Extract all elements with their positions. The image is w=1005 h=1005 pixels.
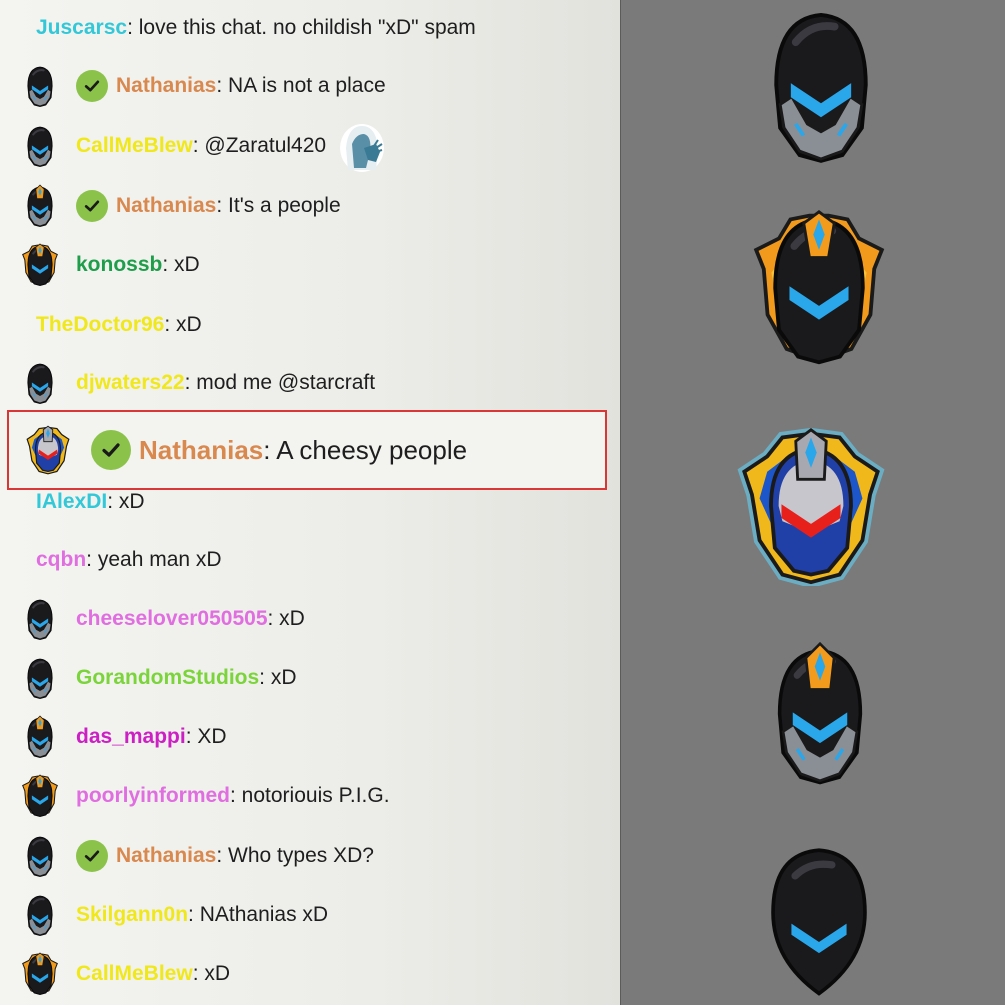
chat-message-text: : It's a people [216, 194, 341, 217]
chat-username[interactable]: poorlyinformed [76, 784, 230, 808]
chat-message-text: : Who types XD? [216, 844, 374, 867]
chat-panel: Juscarsc: love this chat. no childish "x… [0, 0, 621, 1005]
chat-username[interactable]: TheDoctor96 [36, 313, 164, 337]
black-helmet-icon [20, 64, 60, 108]
chat-username[interactable]: konossb [76, 253, 162, 277]
verified-check-icon [91, 430, 131, 470]
chat-username[interactable]: Nathanias [116, 844, 216, 868]
verified-check-icon [76, 190, 108, 222]
orange-helmet-icon [20, 952, 60, 996]
chat-message-text: : notoriouis P.I.G. [230, 784, 390, 807]
chat-username[interactable]: Juscarsc [36, 16, 127, 40]
badge-sidebar [621, 0, 1005, 1005]
chat-message-row: poorlyinformed: notoriouis P.I.G. [0, 772, 620, 820]
chat-username[interactable]: IAlexDI [36, 490, 107, 514]
chat-message-row: cqbn: yeah man xD [0, 536, 620, 584]
chat-username[interactable]: Nathanias [116, 194, 216, 218]
chat-message-text: : xD [162, 253, 200, 276]
black-helmet-orange-crest-icon [20, 715, 60, 759]
chat-message-text: : NAthanias xD [188, 903, 329, 926]
chat-message-text: : @Zaratul420 [192, 134, 327, 157]
chat-message-row: CallMeBlew: @Zaratul420 [0, 122, 620, 172]
chat-message-row: Nathanias: NA is not a place [0, 62, 620, 110]
chat-message-text: : love this chat. no childish "xD" spam [127, 16, 476, 39]
chat-username[interactable]: CallMeBlew [76, 962, 193, 986]
chat-username[interactable]: CallMeBlew [76, 134, 193, 158]
black-helmet-orange-crest-icon [20, 184, 60, 228]
black-helmet-icon [20, 597, 60, 641]
chat-username[interactable]: Skilgann0n [76, 903, 188, 927]
chat-message-text: : xD [164, 313, 202, 336]
black-helmet-basic-icon [751, 838, 887, 1002]
chat-message-row: TheDoctor96: xD [0, 301, 620, 349]
highlighted-message: Nathanias : A cheesy people [7, 410, 607, 490]
orange-helmet-icon [745, 208, 893, 368]
blue-red-helmet-icon [25, 425, 71, 475]
chat-username[interactable]: das_mappi [76, 725, 186, 749]
chat-message-text: : mod me @starcraft [184, 371, 376, 394]
chat-username[interactable]: Nathanias [116, 74, 216, 98]
chat-message-row: djwaters22: mod me @starcraft [0, 359, 620, 407]
black-helmet-icon [20, 893, 60, 937]
orange-helmet-icon [20, 243, 60, 287]
ghost-emote-icon [336, 118, 388, 174]
chat-message-text: : XD [185, 725, 227, 748]
chat-message-row: GorandomStudios: xD [0, 654, 620, 702]
chat-message-row: CallMeBlew: xD [0, 950, 620, 998]
black-helmet-orange-crest-icon [755, 632, 885, 796]
verified-check-icon [76, 70, 108, 102]
chat-message-row: Juscarsc: love this chat. no childish "x… [0, 4, 620, 52]
chat-message-row: Nathanias: It's a people [0, 182, 620, 230]
chat-message-row: konossb: xD [0, 241, 620, 289]
chat-message-text: : xD [192, 962, 231, 985]
orange-helmet-icon [20, 774, 60, 818]
black-helmet-icon [20, 124, 60, 168]
chat-username[interactable]: cheeselover050505 [76, 607, 268, 631]
highlight-message-text: : A cheesy people [263, 434, 468, 465]
chat-message-text: : xD [267, 607, 305, 630]
blue-red-helmet-icon [731, 426, 891, 586]
chat-message-text: : xD [259, 666, 297, 689]
chat-message-row: Nathanias: Who types XD? [0, 832, 620, 880]
chat-message-text: : xD [107, 490, 145, 513]
chat-message-text: : yeah man xD [86, 548, 222, 571]
verified-check-icon [76, 840, 108, 872]
black-helmet-icon [20, 656, 60, 700]
black-helmet-icon [20, 834, 60, 878]
chat-username[interactable]: GorandomStudios [76, 666, 259, 690]
chat-message-row: cheeselover050505: xD [0, 595, 620, 643]
chat-message-row: Skilgann0n: NAthanias xD [0, 891, 620, 939]
chat-username[interactable]: djwaters22 [76, 371, 185, 395]
black-helmet-icon [20, 361, 60, 405]
black-helmet-icon [749, 0, 893, 170]
highlight-username[interactable]: Nathanias [139, 435, 263, 466]
chat-message-text: : NA is not a place [216, 74, 386, 97]
chat-message-row: das_mappi: XD [0, 713, 620, 761]
chat-username[interactable]: cqbn [36, 548, 86, 572]
